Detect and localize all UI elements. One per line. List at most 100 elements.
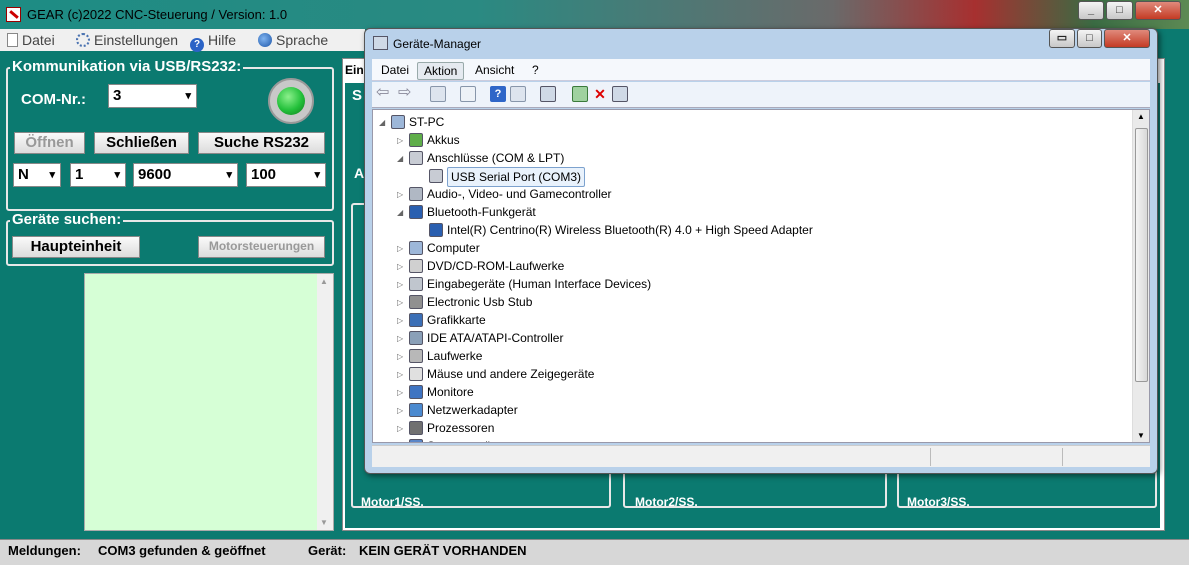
tree-item-label[interactable]: IDE ATA/ATAPI-Controller xyxy=(427,329,563,347)
monitor-icon xyxy=(409,385,423,399)
device-tree[interactable]: ◢ ST-PC ▷ Akkus ◢ Anschlüsse (COM & LPT) USB S… xyxy=(372,109,1150,443)
view-icon[interactable] xyxy=(510,86,526,102)
expand-icon[interactable]: ▷ xyxy=(397,294,403,312)
dm-maximize-button[interactable]: □ xyxy=(1077,29,1102,48)
tree-row[interactable]: ▷ IDE ATA/ATAPI-Controller xyxy=(373,329,1131,347)
tree-scrollbar[interactable]: ▲ ▼ xyxy=(1132,110,1149,442)
tree-item-label[interactable]: Systemgeräte xyxy=(427,437,501,442)
menu-einstellungen[interactable]: Einstellungen xyxy=(76,32,178,48)
log-textarea[interactable]: ▲ ▼ xyxy=(84,273,334,531)
dm-menu-help[interactable]: ? xyxy=(526,62,545,78)
com-port-select[interactable]: 3 xyxy=(108,84,197,108)
update-driver-icon[interactable] xyxy=(572,86,588,102)
tree-item-label[interactable]: Akkus xyxy=(427,131,460,149)
tree-scroll-thumb[interactable] xyxy=(1135,128,1148,382)
expand-icon[interactable]: ▷ xyxy=(397,240,403,258)
expand-icon[interactable]: ▷ xyxy=(397,330,403,348)
show-hide-tree-icon[interactable] xyxy=(430,86,446,102)
collapse-icon[interactable]: ◢ xyxy=(379,114,385,132)
tree-item-label[interactable]: Electronic Usb Stub xyxy=(427,293,532,311)
dm-menu-datei[interactable]: Datei xyxy=(375,62,415,78)
collapse-icon[interactable]: ◢ xyxy=(397,204,403,222)
back-icon[interactable]: ⇦ xyxy=(376,85,392,102)
expand-icon[interactable]: ▷ xyxy=(397,402,403,420)
timeout-select[interactable]: 100 xyxy=(246,163,326,187)
tree-row[interactable]: ▷ Prozessoren xyxy=(373,419,1131,437)
tree-item-label[interactable]: Eingabegeräte (Human Interface Devices) xyxy=(427,275,651,293)
scroll-down-icon[interactable]: ▼ xyxy=(320,518,328,527)
tree-item-label[interactable]: Intel(R) Centrino(R) Wireless Bluetooth(… xyxy=(447,221,813,239)
tree-item-label[interactable]: ST-PC xyxy=(409,113,444,131)
expand-icon[interactable]: ▷ xyxy=(397,312,403,330)
tree-item-label[interactable]: Mäuse und andere Zeigegeräte xyxy=(427,365,594,383)
tree-item-label[interactable]: Computer xyxy=(427,239,480,257)
menu-sprache[interactable]: Sprache xyxy=(258,32,328,48)
tree-item-label[interactable]: Monitore xyxy=(427,383,474,401)
tree-row[interactable]: ◢ ST-PC xyxy=(373,113,1131,131)
expand-icon[interactable]: ▷ xyxy=(397,186,403,204)
expand-icon[interactable]: ▷ xyxy=(397,420,403,438)
dm-menu-aktion[interactable]: Aktion xyxy=(417,62,465,80)
baudrate-select[interactable]: 9600 xyxy=(133,163,238,187)
app-titlebar[interactable]: GEAR (c)2022 CNC-Steuerung / Version: 1.… xyxy=(0,0,1189,29)
menu-datei[interactable]: Datei xyxy=(7,32,55,48)
motor-controls-button[interactable]: Motorsteuerungen xyxy=(198,236,325,258)
stopbits-select[interactable]: 1 xyxy=(70,163,126,187)
expand-icon[interactable]: ▷ xyxy=(397,438,403,442)
tree-scroll-down-icon[interactable]: ▼ xyxy=(1137,431,1145,440)
expand-icon[interactable]: ▷ xyxy=(397,132,403,150)
tree-row[interactable]: USB Serial Port (COM3) xyxy=(373,167,1131,187)
close-port-button[interactable]: Schließen xyxy=(94,132,189,154)
tree-item-label[interactable]: Prozessoren xyxy=(427,419,494,437)
search-rs232-button[interactable]: Suche RS232 xyxy=(198,132,325,154)
tree-row[interactable]: ▷ Netzwerkadapter xyxy=(373,401,1131,419)
tree-item-label[interactable]: Grafikkarte xyxy=(427,311,486,329)
tree-row[interactable]: ▷ DVD/CD-ROM-Laufwerke xyxy=(373,257,1131,275)
tree-row[interactable]: ▷ Audio-, Video- und Gamecontroller xyxy=(373,185,1131,203)
tree-row[interactable]: ▷ Eingabegeräte (Human Interface Devices) xyxy=(373,275,1131,293)
tree-row[interactable]: ▷ Systemgeräte xyxy=(373,437,1131,442)
uninstall-icon[interactable]: ✕ xyxy=(592,86,608,102)
disable-device-icon[interactable] xyxy=(612,86,628,102)
help-icon[interactable]: ? xyxy=(490,86,506,102)
forward-icon[interactable]: ⇨ xyxy=(398,85,414,102)
expand-icon[interactable]: ▷ xyxy=(397,384,403,402)
tree-row[interactable]: ▷ Mäuse und andere Zeigegeräte xyxy=(373,365,1131,383)
minimize-button[interactable]: _ xyxy=(1078,1,1104,20)
tree-row[interactable]: ▷ Computer xyxy=(373,239,1131,257)
tree-item-label[interactable]: Netzwerkadapter xyxy=(427,401,518,419)
tree-row[interactable]: ▷ Laufwerke xyxy=(373,347,1131,365)
tree-item-label[interactable]: Anschlüsse (COM & LPT) xyxy=(427,149,564,167)
expand-icon[interactable]: ▷ xyxy=(397,348,403,366)
log-scrollbar[interactable]: ▲ ▼ xyxy=(317,274,333,530)
dm-close-button[interactable]: ✕ xyxy=(1104,29,1150,48)
tree-row[interactable]: ▷ Akkus xyxy=(373,131,1131,149)
tree-item-label[interactable]: Audio-, Video- und Gamecontroller xyxy=(427,185,612,203)
expand-icon[interactable]: ▷ xyxy=(397,366,403,384)
properties-icon[interactable] xyxy=(460,86,476,102)
tree-row[interactable]: ◢ Anschlüsse (COM & LPT) xyxy=(373,149,1131,167)
scroll-up-icon[interactable]: ▲ xyxy=(320,277,328,286)
expand-icon[interactable]: ▷ xyxy=(397,258,403,276)
expand-icon[interactable]: ▷ xyxy=(397,276,403,294)
tree-item-label[interactable]: Laufwerke xyxy=(427,347,482,365)
tree-item-label[interactable]: USB Serial Port (COM3) xyxy=(447,167,586,187)
maximize-button[interactable]: □ xyxy=(1106,1,1133,20)
tree-item-label[interactable]: DVD/CD-ROM-Laufwerke xyxy=(427,257,564,275)
tree-row[interactable]: ▷ Monitore xyxy=(373,383,1131,401)
scan-hardware-icon[interactable] xyxy=(540,86,556,102)
menu-hilfe[interactable]: ? Hilfe xyxy=(190,32,236,52)
dm-menu-ansicht[interactable]: Ansicht xyxy=(469,62,520,78)
tree-row[interactable]: ▷ Grafikkarte xyxy=(373,311,1131,329)
main-unit-button[interactable]: Haupteinheit xyxy=(12,236,140,258)
dm-minimize-button[interactable]: ▭ xyxy=(1049,29,1075,48)
tree-row[interactable]: Intel(R) Centrino(R) Wireless Bluetooth(… xyxy=(373,221,1131,239)
close-button[interactable]: ✕ xyxy=(1135,1,1181,20)
tree-row[interactable]: ◢ Bluetooth-Funkgerät xyxy=(373,203,1131,221)
collapse-icon[interactable]: ◢ xyxy=(397,150,403,168)
parity-select[interactable]: N xyxy=(13,163,61,187)
open-button[interactable]: Öffnen xyxy=(14,132,85,154)
tree-row[interactable]: ▷ Electronic Usb Stub xyxy=(373,293,1131,311)
tree-scroll-up-icon[interactable]: ▲ xyxy=(1137,112,1145,121)
tree-item-label[interactable]: Bluetooth-Funkgerät xyxy=(427,203,536,221)
